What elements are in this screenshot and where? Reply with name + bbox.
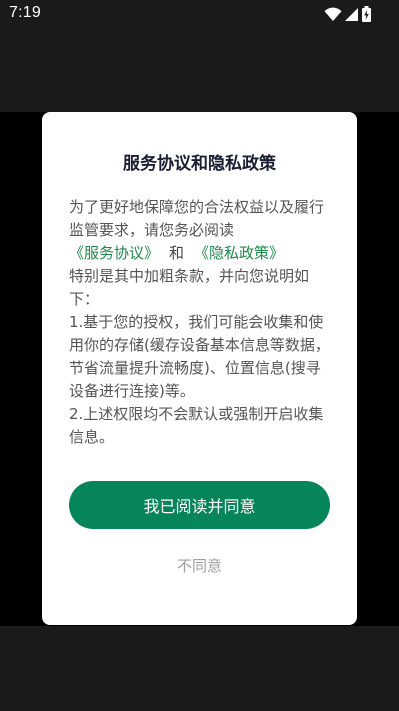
status-icons [324,6,371,22]
dialog-body: 为了更好地保障您的合法权益以及履行监管要求，请您务必阅读 《服务协议》和《隐私政… [69,196,335,449]
paragraph-no-default: 2.上述权限均不会默认或强制开启收集信息。 [69,405,324,446]
wifi-icon [324,7,342,22]
intro-text: 为了更好地保障您的合法权益以及履行监管要求，请您务必阅读 [69,198,325,239]
background-footer [0,626,399,711]
disagree-button[interactable]: 不同意 [42,555,357,576]
agree-button[interactable]: 我已阅读并同意 [69,481,330,529]
status-bar: 7:19 [0,0,399,28]
dialog-title: 服务协议和隐私政策 [123,154,276,174]
agreement-links: 《服务协议》和《隐私政策》 [69,242,335,265]
app-screen: 7:19 服务协议和隐私政策 为了更好地保障您的合法权益以及履行监管要求，请您务… [0,0,399,711]
paragraph-storage-location: 1.基于您的授权，我们可能会收集和使用你的存储(缓存设备基本信息等数据，节省流量… [69,313,330,400]
and-text: 和 [169,244,185,262]
status-time: 7:19 [9,4,41,21]
privacy-dialog: 服务协议和隐私政策 为了更好地保障您的合法权益以及履行监管要求，请您务必阅读 《… [42,112,357,625]
background-header [0,28,399,112]
battery-charging-icon [362,6,371,22]
paragraph-explanation: 特别是其中加粗条款，并向您说明如下： [69,267,310,308]
service-agreement-link[interactable]: 《服务协议》 [69,244,159,262]
privacy-policy-link[interactable]: 《隐私政策》 [194,244,284,262]
cellular-signal-icon [345,7,359,22]
